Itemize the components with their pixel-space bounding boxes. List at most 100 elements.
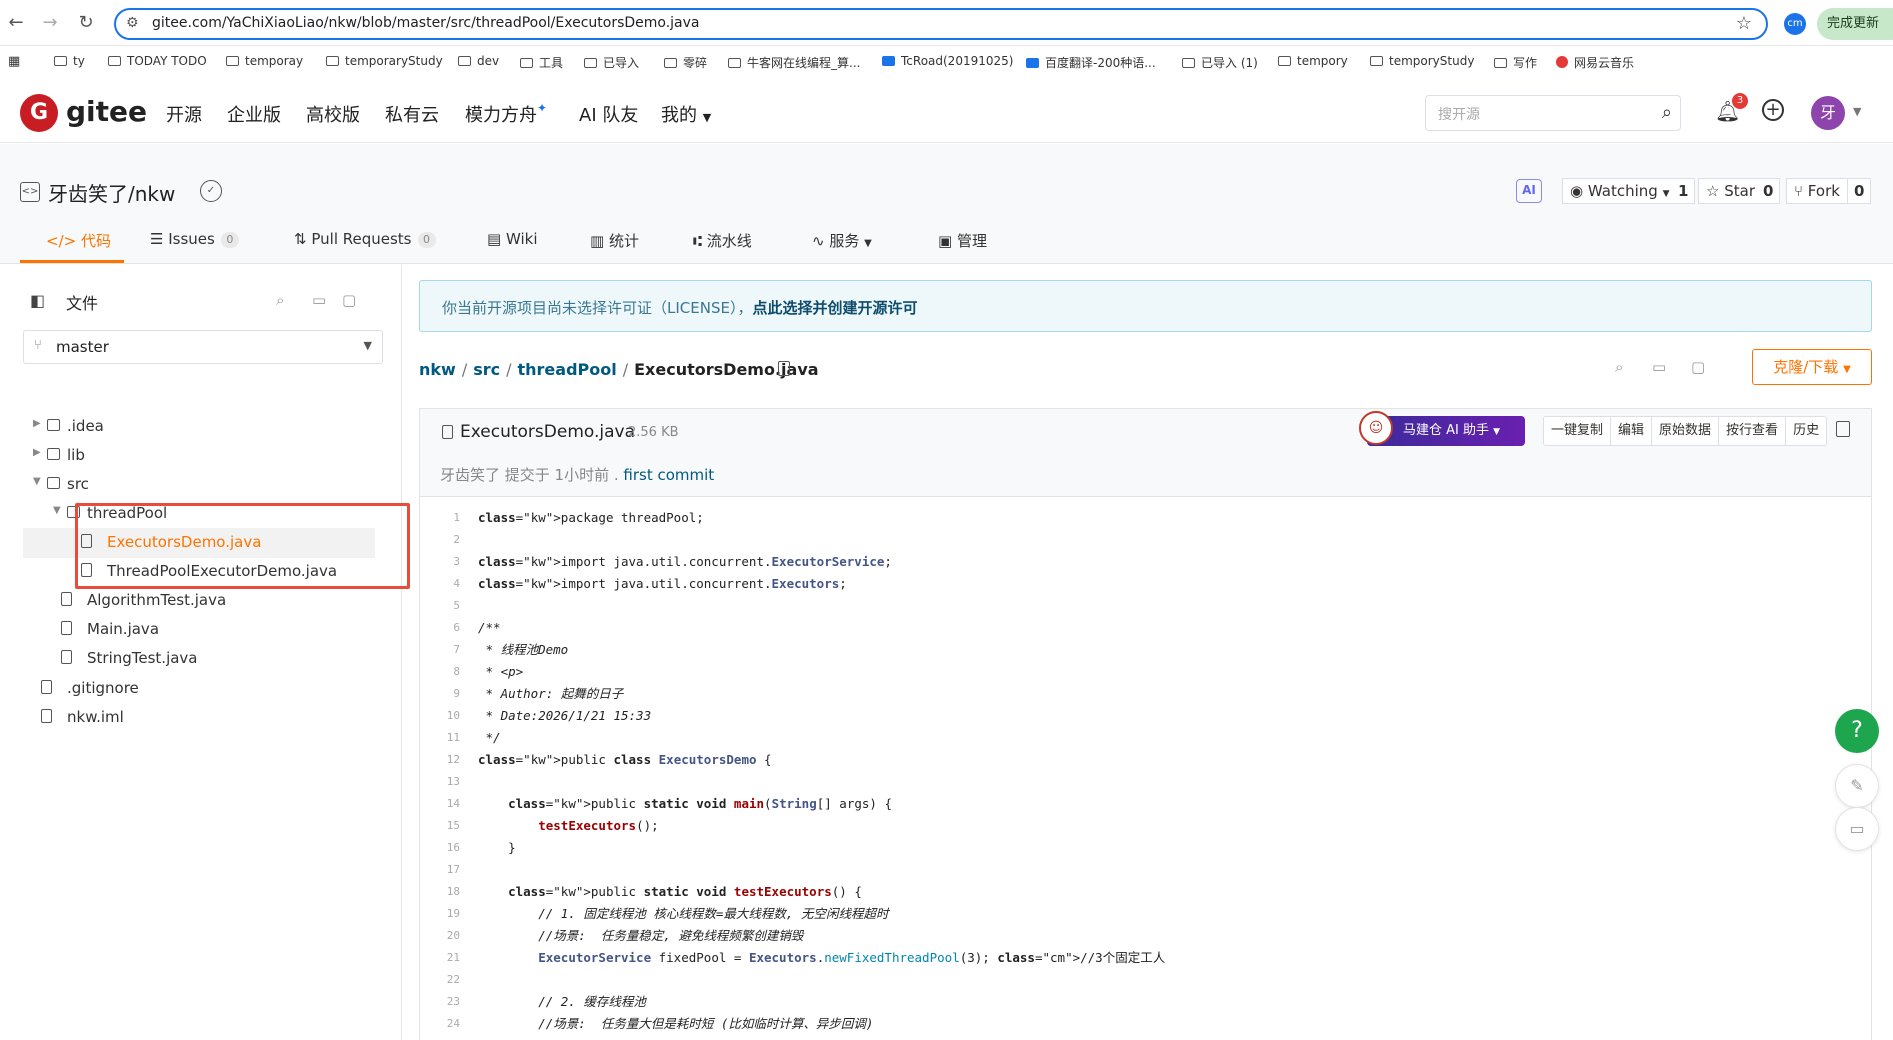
tree-folder[interactable]: ▼ src xyxy=(23,470,375,500)
site-settings-icon[interactable]: ⚙ xyxy=(126,15,139,31)
tree-folder[interactable]: ▶ .idea xyxy=(23,412,375,442)
user-avatar[interactable]: 牙 xyxy=(1811,96,1845,130)
nav-private-cloud[interactable]: 私有云 xyxy=(385,101,439,127)
tab-issues[interactable]: ☰ Issues 0 xyxy=(150,230,239,248)
line-number[interactable]: 16 xyxy=(420,837,460,859)
tab-wiki[interactable]: ▤ Wiki xyxy=(487,230,538,248)
fork-count[interactable]: 0 xyxy=(1848,178,1872,204)
line-number[interactable]: 14 xyxy=(420,793,460,815)
apps-grid-icon[interactable]: ▦ xyxy=(8,54,20,69)
tab-pull-requests[interactable]: ⇅ Pull Requests 0 xyxy=(294,230,436,248)
search-icon[interactable]: ⌕ xyxy=(1615,358,1623,376)
chat-icon[interactable]: ▭ xyxy=(1835,807,1879,851)
back-icon[interactable]: ← xyxy=(4,11,28,35)
breadcrumb-item[interactable]: src xyxy=(473,360,500,379)
create-plus-icon[interactable]: + xyxy=(1762,99,1784,121)
comment-icon[interactable]: ▢ xyxy=(1691,358,1705,376)
line-number[interactable]: 3 xyxy=(420,551,460,573)
commit-link[interactable]: first commit xyxy=(623,466,714,484)
comment-icon[interactable]: ▢ xyxy=(342,291,356,309)
search-icon[interactable]: ⌕ xyxy=(276,291,284,309)
line-number[interactable]: 18 xyxy=(420,881,460,903)
forward-icon[interactable]: → xyxy=(38,11,62,35)
line-number[interactable]: 11 xyxy=(420,727,460,749)
help-button[interactable]: ? xyxy=(1835,709,1879,753)
bookmark-star-icon[interactable]: ☆ xyxy=(1736,13,1752,34)
tree-file[interactable]: StringTest.java xyxy=(23,644,375,674)
raw-button[interactable]: 原始数据 xyxy=(1651,417,1718,445)
edit-button[interactable]: 编辑 xyxy=(1610,417,1651,445)
tree-file[interactable]: AlgorithmTest.java xyxy=(23,586,375,616)
collapse-panel-icon[interactable]: ◧ xyxy=(30,291,45,310)
chevron-down-icon[interactable]: ▼ xyxy=(33,476,41,487)
bookmark-item[interactable]: 已导入 xyxy=(584,54,639,71)
bookmark-item[interactable]: tempory xyxy=(1278,54,1348,68)
bookmark-item[interactable]: 写作 xyxy=(1494,54,1537,71)
bookmark-item[interactable]: 网易云音乐 xyxy=(1556,54,1634,71)
star-count[interactable]: 0 xyxy=(1757,178,1781,204)
reload-icon[interactable]: ↻ xyxy=(74,11,98,35)
tree-file[interactable]: Main.java xyxy=(23,615,375,645)
line-number[interactable]: 13 xyxy=(420,771,460,793)
breadcrumb-item[interactable]: threadPool xyxy=(518,360,617,379)
bookmark-item[interactable]: 零碎 xyxy=(664,54,707,71)
bookmark-item[interactable]: temporay xyxy=(226,54,303,68)
copy-all-button[interactable]: 一键复制 xyxy=(1544,417,1610,445)
chevron-right-icon[interactable]: ▶ xyxy=(33,418,41,429)
line-number[interactable]: 15 xyxy=(420,815,460,837)
line-number[interactable]: 5 xyxy=(420,595,460,617)
bookmark-item[interactable]: ty xyxy=(54,54,85,68)
monitor-icon[interactable]: ▭ xyxy=(312,291,326,309)
bookmark-item[interactable]: temporaryStudy xyxy=(326,54,443,68)
line-number[interactable]: 24 xyxy=(420,1013,460,1035)
nav-ai-team[interactable]: AI 队友 xyxy=(579,101,638,127)
address-bar[interactable]: ⚙ gitee.com/YaChiXiaoLiao/nkw/blob/maste… xyxy=(114,8,1768,40)
line-number[interactable]: 19 xyxy=(420,903,460,925)
line-number[interactable]: 7 xyxy=(420,639,460,661)
copy-path-icon[interactable] xyxy=(778,361,790,376)
tree-file[interactable]: .gitignore xyxy=(23,674,375,704)
search-input[interactable]: 搜开源 ⌕ xyxy=(1425,95,1681,131)
line-number[interactable]: 1 xyxy=(420,507,460,529)
tab-services[interactable]: ∿ 服务 ▼ xyxy=(812,230,872,251)
watching-button[interactable]: ◉ Watching ▼ xyxy=(1562,178,1678,204)
gitee-logo-icon[interactable]: G xyxy=(20,94,58,132)
line-number[interactable]: 6 xyxy=(420,617,460,639)
line-number[interactable]: 12 xyxy=(420,749,460,771)
chevron-down-icon[interactable]: ▼ xyxy=(1853,105,1861,118)
tab-stats[interactable]: ▥ 统计 xyxy=(590,230,639,251)
tab-code[interactable]: </> 代码 xyxy=(46,230,111,251)
fork-button[interactable]: ⑂ Fork xyxy=(1786,178,1848,204)
feedback-edit-icon[interactable]: ✎ xyxy=(1835,764,1879,808)
ai-chip[interactable]: AI xyxy=(1516,179,1542,203)
bookmark-item[interactable]: 已导入 (1) xyxy=(1182,54,1258,71)
line-number[interactable]: 8 xyxy=(420,661,460,683)
trash-icon[interactable] xyxy=(1836,421,1850,437)
bookmark-item[interactable]: TcRoad(20191025) xyxy=(882,54,1013,68)
branch-select[interactable]: ⑂ master ▼ xyxy=(23,330,383,364)
chevron-right-icon[interactable]: ▶ xyxy=(33,447,41,458)
nav-moli[interactable]: 模力方舟✦ xyxy=(465,101,547,127)
nav-education[interactable]: 高校版 xyxy=(306,101,360,127)
profile-avatar[interactable]: cm xyxy=(1784,13,1806,35)
nav-mine[interactable]: 我的 ▼ xyxy=(661,101,711,127)
gitee-logo-text[interactable]: gitee xyxy=(66,95,147,128)
line-number[interactable]: 23 xyxy=(420,991,460,1013)
tree-folder[interactable]: ▶ lib xyxy=(23,441,375,471)
bookmark-item[interactable]: TODAY TODO xyxy=(108,54,207,68)
monitor-icon[interactable]: ▭ xyxy=(1652,358,1666,376)
line-number[interactable]: 4 xyxy=(420,573,460,595)
line-number[interactable]: 2 xyxy=(420,529,460,551)
bookmark-item[interactable]: 百度翻译-200种语... xyxy=(1026,54,1156,71)
tab-manage[interactable]: ▣ 管理 xyxy=(938,230,987,251)
history-button[interactable]: 历史 xyxy=(1785,417,1826,445)
nav-opensource[interactable]: 开源 xyxy=(166,101,202,127)
line-number[interactable]: 22 xyxy=(420,969,460,991)
line-number[interactable]: 10 xyxy=(420,705,460,727)
bookmark-item[interactable]: dev xyxy=(458,54,499,68)
watching-count[interactable]: 1 xyxy=(1672,178,1696,204)
chevron-down-icon[interactable]: ▼ xyxy=(53,505,61,516)
tree-file[interactable]: nkw.iml xyxy=(23,703,375,733)
line-number[interactable]: 21 xyxy=(420,947,460,969)
star-button[interactable]: ☆ Star xyxy=(1698,178,1763,204)
